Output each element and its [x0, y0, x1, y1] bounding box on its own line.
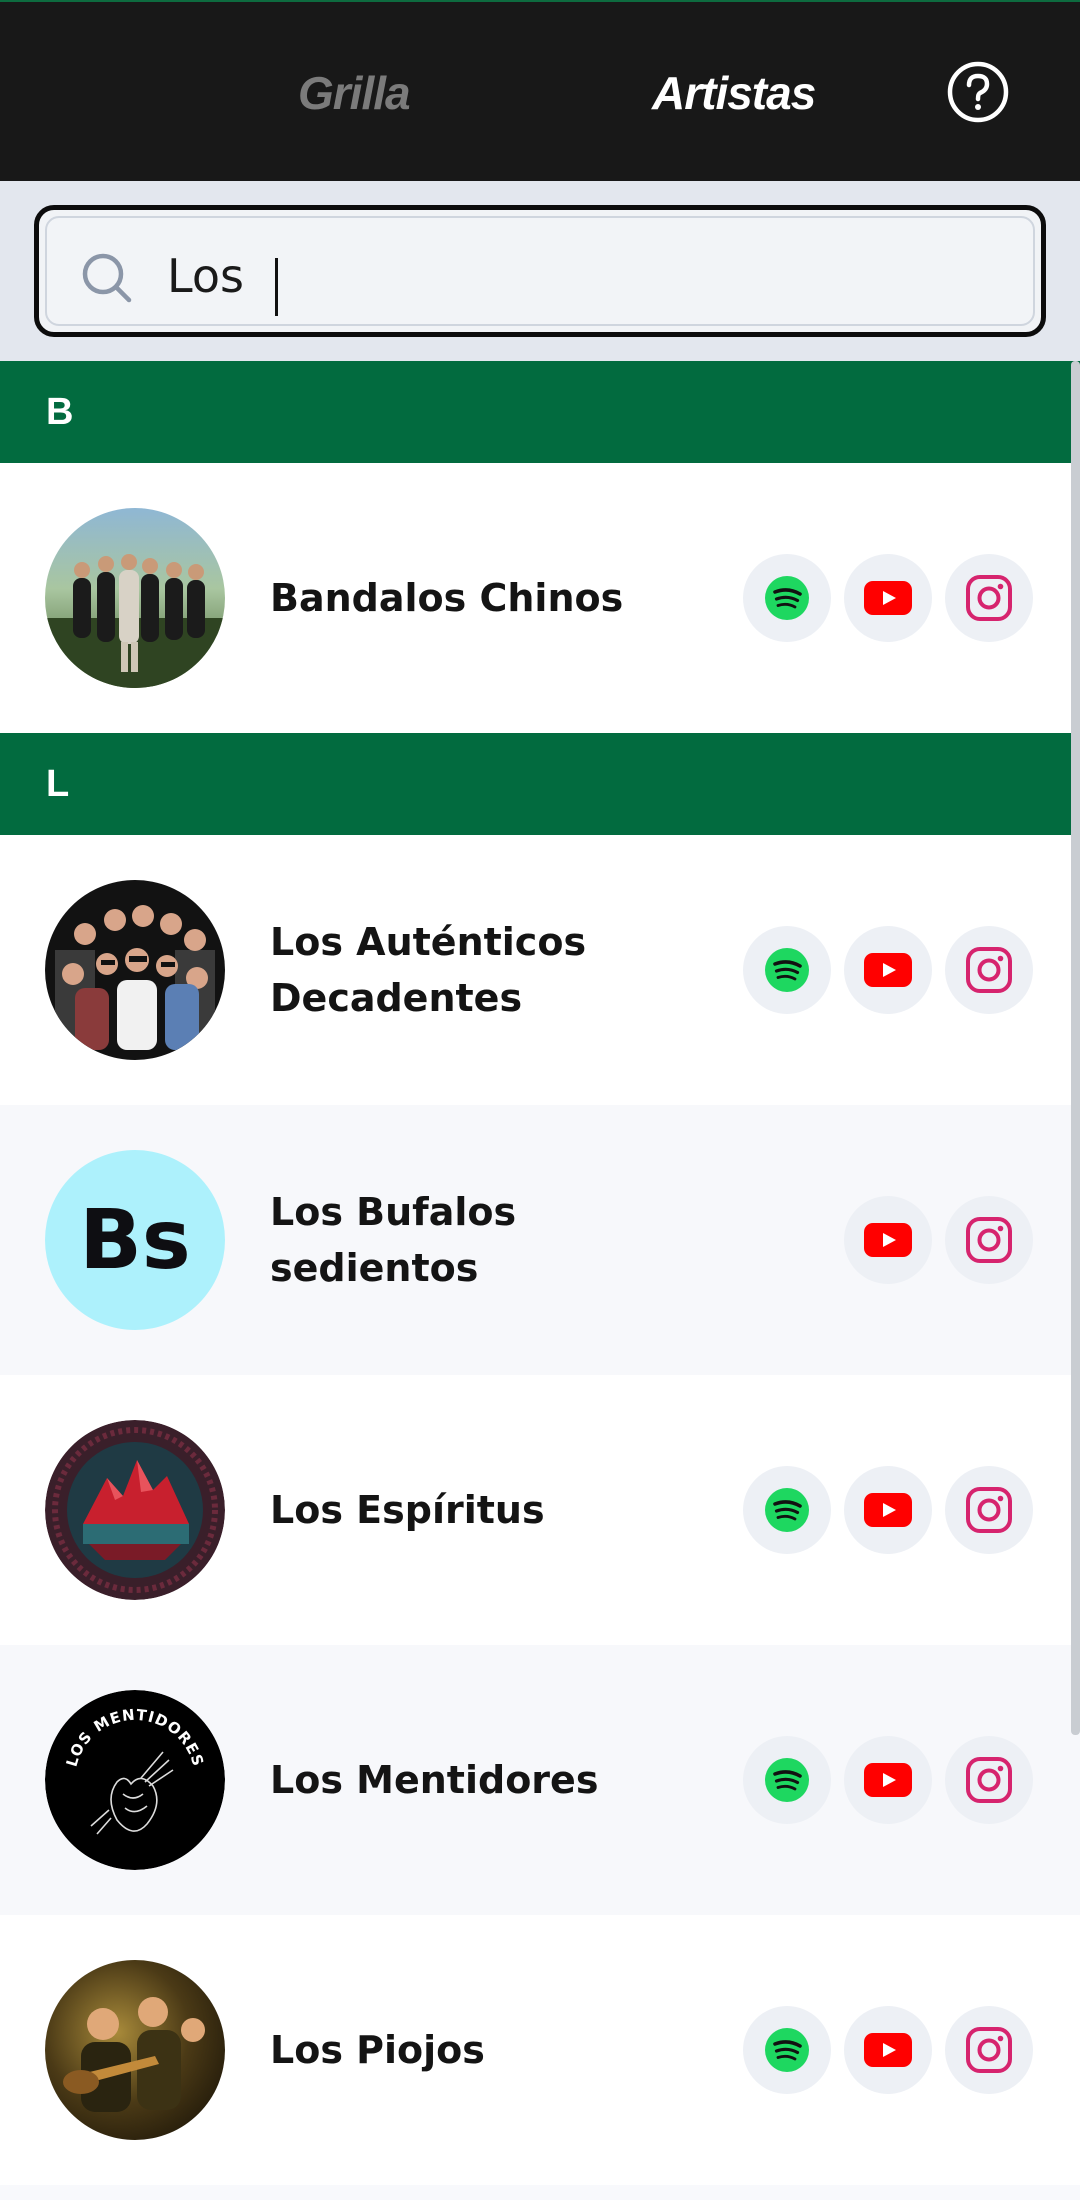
instagram-button[interactable] — [945, 1466, 1033, 1554]
youtube-icon — [864, 581, 912, 615]
spotify-button[interactable] — [743, 1466, 831, 1554]
youtube-button[interactable] — [844, 554, 932, 642]
artist-name: Los Bufalos sedientos — [270, 1190, 517, 1290]
spotify-icon — [765, 576, 809, 620]
section-header-b: B — [0, 361, 1080, 463]
youtube-button[interactable] — [844, 926, 932, 1014]
list-item[interactable]: Los Piojos — [0, 1915, 1080, 2185]
list-item[interactable]: Los Auténticos Decadentes — [0, 835, 1080, 1105]
spotify-button[interactable] — [743, 2006, 831, 2094]
search-icon — [82, 253, 132, 303]
artist-name: Bandalos Chinos — [270, 576, 624, 620]
artist-avatar-initials: Bs — [45, 1150, 225, 1330]
spotify-icon — [765, 1758, 809, 1802]
list-item[interactable]: Bs Los Bufalos sedientos — [0, 1105, 1080, 1375]
instagram-button[interactable] — [945, 554, 1033, 642]
youtube-icon — [864, 1223, 912, 1257]
artist-name: Los Espíritus — [270, 1488, 545, 1532]
list-item[interactable]: Los Espíritus — [0, 1375, 1080, 1645]
instagram-button[interactable] — [945, 926, 1033, 1014]
youtube-icon — [864, 953, 912, 987]
search-input[interactable] — [167, 240, 967, 312]
spotify-icon — [765, 2028, 809, 2072]
youtube-button[interactable] — [844, 1466, 932, 1554]
spotify-button[interactable] — [743, 1736, 831, 1824]
spotify-icon — [765, 948, 809, 992]
instagram-button[interactable] — [945, 1736, 1033, 1824]
instagram-icon — [966, 1487, 1012, 1533]
question-circle-icon — [947, 61, 1009, 123]
instagram-icon — [966, 575, 1012, 621]
instagram-button[interactable] — [945, 1196, 1033, 1284]
instagram-icon — [966, 1757, 1012, 1803]
instagram-button[interactable] — [945, 2006, 1033, 2094]
search-box[interactable] — [34, 205, 1046, 337]
youtube-icon — [864, 1763, 912, 1797]
youtube-icon — [864, 2033, 912, 2067]
artist-avatar: LOS MENTIDORES — [45, 1690, 225, 1870]
search-field — [45, 216, 1035, 326]
list-item[interactable]: LOS MENTIDORES Los Mentidores — [0, 1645, 1080, 1915]
instagram-icon — [966, 947, 1012, 993]
list-item[interactable]: Bandalos Chinos — [0, 463, 1080, 733]
spotify-button[interactable] — [743, 554, 831, 642]
instagram-icon — [966, 1217, 1012, 1263]
youtube-icon — [864, 1493, 912, 1527]
spotify-icon — [765, 1488, 809, 1532]
youtube-button[interactable] — [844, 1736, 932, 1824]
tab-grilla[interactable]: Grilla — [298, 66, 411, 126]
youtube-button[interactable] — [844, 1196, 932, 1284]
artist-name: Los Auténticos Decadentes — [270, 920, 587, 1020]
artist-avatar — [45, 1420, 225, 1600]
section-header-l: L — [0, 733, 1080, 835]
spotify-button[interactable] — [743, 926, 831, 1014]
help-button[interactable] — [946, 60, 1010, 124]
instagram-icon — [966, 2027, 1012, 2073]
text-cursor — [275, 258, 278, 316]
artist-name: Los Mentidores — [270, 1758, 599, 1802]
youtube-button[interactable] — [844, 2006, 932, 2094]
top-nav-bar: Grilla Artistas — [0, 2, 1080, 181]
scrollbar[interactable] — [1071, 361, 1080, 1735]
artist-avatar — [45, 1960, 225, 2140]
artist-avatar — [45, 508, 225, 688]
artist-name: Los Piojos — [270, 2028, 485, 2072]
artist-list: B Bandalos Chinos L Los Auténticos Decad… — [0, 361, 1080, 2185]
artist-avatar — [45, 880, 225, 1060]
tab-artistas[interactable]: Artistas — [652, 66, 816, 126]
search-area — [0, 181, 1080, 361]
